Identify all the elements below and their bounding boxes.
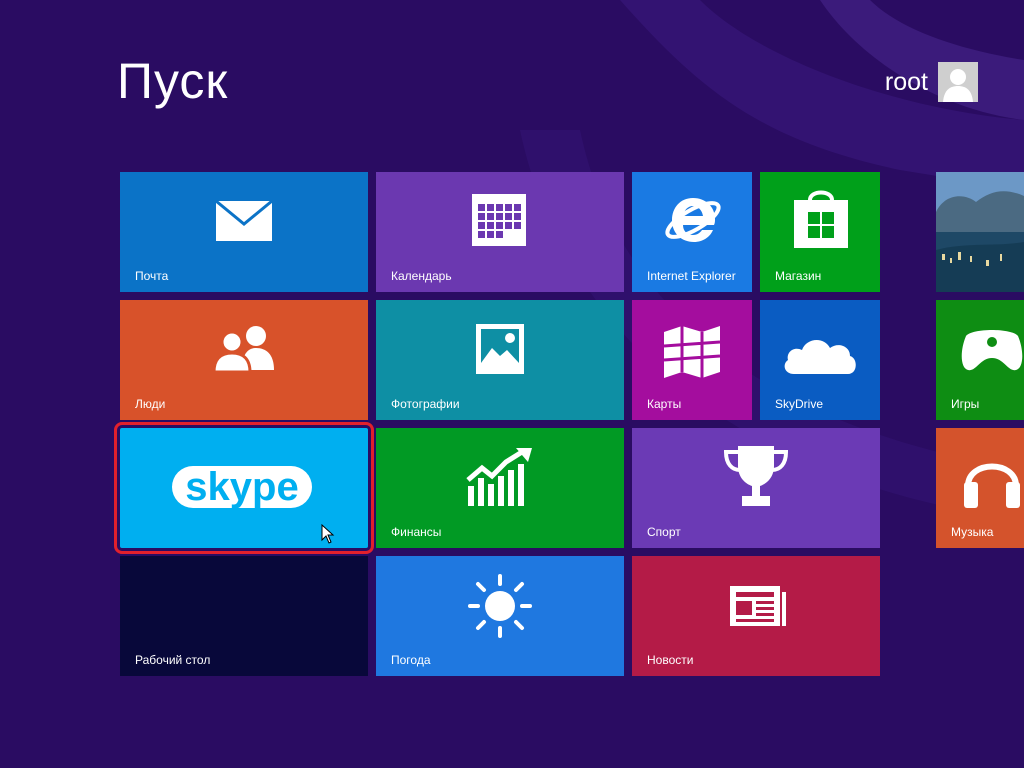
tile-label: Новости — [647, 653, 694, 667]
gamepad-icon — [961, 330, 1023, 371]
internet-explorer-icon — [665, 198, 721, 242]
tile-label: Internet Explorer — [647, 269, 736, 283]
tile-mail[interactable]: Почта — [120, 172, 368, 292]
tile-skype[interactable]: skype — [114, 422, 374, 554]
tile-games[interactable]: Игры — [936, 300, 1024, 420]
calendar-icon — [472, 194, 526, 246]
headphones-icon — [964, 463, 1020, 508]
tile-pictures[interactable]: Фотографии — [376, 300, 624, 420]
newspaper-icon — [730, 586, 786, 626]
skype-logo-text: skype — [185, 465, 298, 509]
tile-label: Финансы — [391, 525, 442, 539]
tile-label: Фотографии — [391, 397, 460, 411]
tile-weather[interactable]: Погода — [376, 556, 624, 676]
tile-label: Спорт — [647, 525, 681, 539]
picture-icon — [476, 324, 524, 374]
user-avatar-icon — [938, 62, 978, 102]
user-account[interactable]: root — [885, 62, 978, 102]
tile-people[interactable]: Люди — [120, 300, 368, 420]
tile-desktop[interactable]: Рабочий стол — [120, 556, 368, 676]
tile-news[interactable]: Новости — [632, 556, 880, 676]
envelope-icon — [215, 200, 273, 241]
map-icon — [663, 326, 721, 378]
tile-skydrive[interactable]: SkyDrive — [760, 300, 880, 420]
tile-label: Календарь — [391, 269, 452, 283]
finance-chart-icon — [466, 448, 532, 506]
trophy-icon — [723, 446, 789, 506]
tile-label: Карты — [647, 397, 682, 411]
tile-calendar[interactable]: Календарь — [376, 172, 624, 292]
tile-finance[interactable]: Финансы — [376, 428, 624, 548]
tile-label: Люди — [135, 397, 166, 411]
cloud-icon — [784, 339, 856, 374]
tile-label: Почта — [135, 269, 169, 283]
tile-sport[interactable]: Спорт — [632, 428, 880, 548]
tile-label: Музыка — [951, 525, 994, 539]
landscape-photo — [936, 172, 1024, 292]
tile-internet-explorer[interactable]: Internet Explorer — [632, 172, 752, 292]
store-bag-icon — [794, 190, 848, 248]
start-title: Пуск — [117, 53, 229, 109]
sun-icon — [468, 574, 532, 638]
tile-label: Рабочий стол — [135, 653, 211, 667]
tile-store[interactable]: Магазин — [760, 172, 880, 292]
mouse-cursor-icon — [321, 524, 335, 544]
tile-label: SkyDrive — [775, 397, 824, 411]
tile-label: Игры — [951, 397, 980, 411]
tile-label: Погода — [391, 653, 431, 667]
people-icon — [212, 326, 274, 372]
tile-maps[interactable]: Карты — [632, 300, 752, 420]
tile-photos-live[interactable] — [936, 172, 1024, 292]
user-name: root — [884, 67, 928, 96]
tile-label: Магазин — [775, 269, 822, 283]
skype-logo: skype — [172, 465, 312, 509]
tile-music[interactable]: Музыка — [936, 428, 1024, 548]
